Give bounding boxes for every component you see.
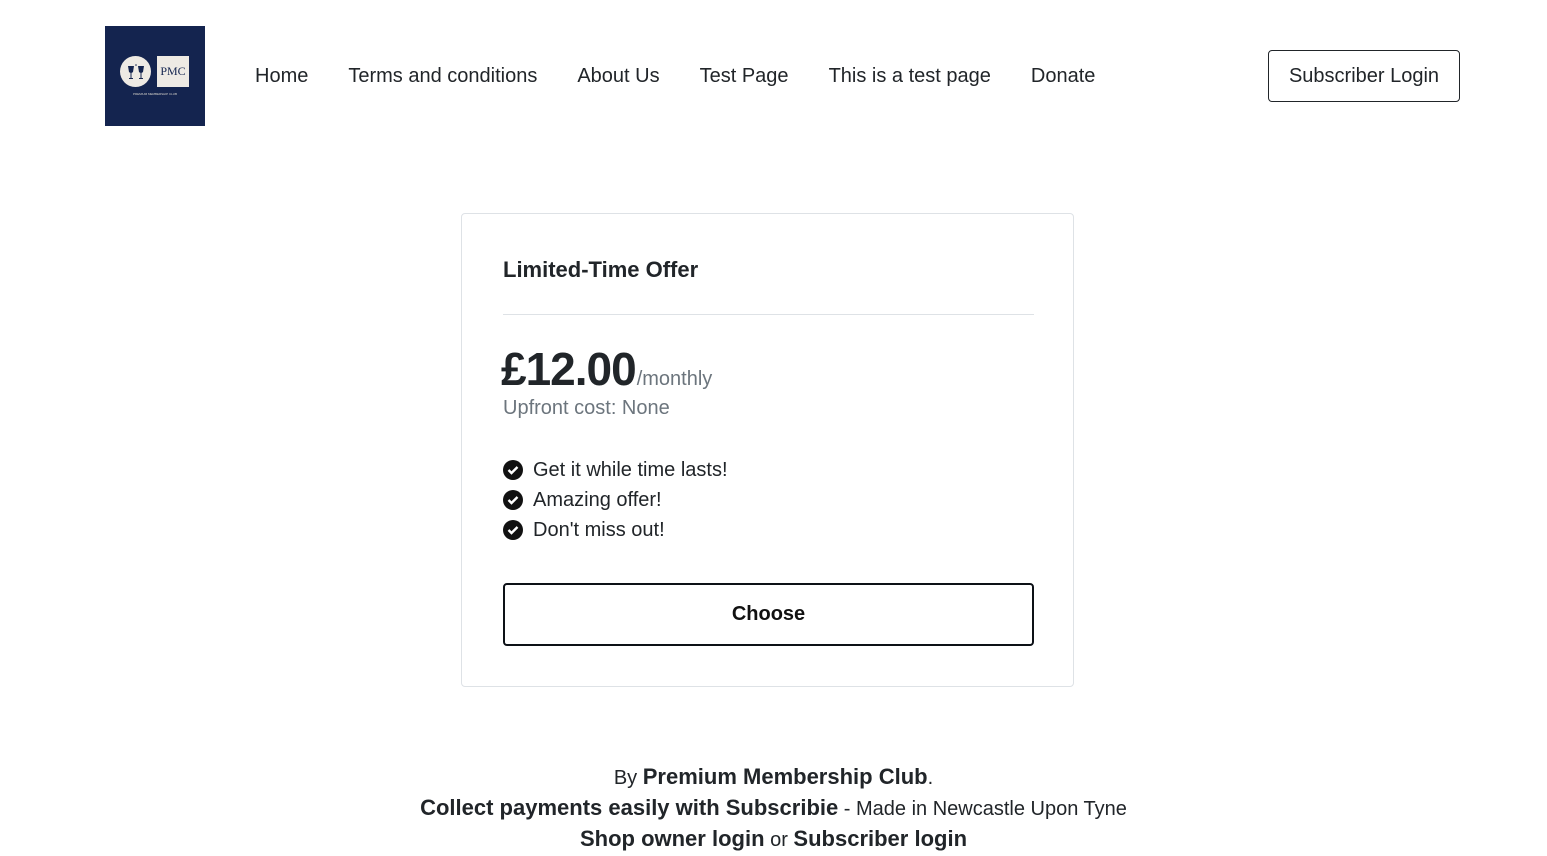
subscriber-login-button[interactable]: Subscriber Login: [1268, 50, 1460, 102]
logo-text: PMC: [157, 56, 189, 87]
shop-owner-login-link[interactable]: Shop owner login: [580, 826, 765, 851]
nav-about[interactable]: About Us: [577, 64, 659, 88]
feature-item: Don't miss out!: [503, 515, 728, 545]
plan-card: Limited-Time Offer £12.00 /monthly Upfro…: [461, 213, 1074, 687]
subscribie-link[interactable]: Collect payments easily with Subscribie: [420, 795, 838, 820]
shop-name-link[interactable]: Premium Membership Club: [643, 764, 928, 789]
footer-subscribie-line: Collect payments easily with Subscribie …: [0, 793, 1547, 824]
feature-text: Amazing offer!: [533, 488, 662, 511]
footer-login-line: Shop owner login or Subscriber login: [0, 824, 1547, 855]
footer-subscriber-login-link[interactable]: Subscriber login: [793, 826, 967, 851]
main-nav: Home Terms and conditions About Us Test …: [255, 64, 1135, 88]
plan-title: Limited-Time Offer: [503, 257, 699, 282]
feature-item: Amazing offer!: [503, 485, 728, 515]
nav-test-page[interactable]: Test Page: [700, 64, 789, 88]
nav-terms[interactable]: Terms and conditions: [348, 64, 537, 88]
footer-by-line: By Premium Membership Club.: [0, 762, 1547, 793]
logo[interactable]: PMC PREMIUM MEMBERSHIP CLUB: [105, 26, 205, 126]
feature-list: Get it while time lasts! Amazing offer! …: [503, 455, 728, 545]
feature-item: Get it while time lasts!: [503, 455, 728, 485]
footer-by-prefix: By: [613, 767, 638, 789]
plan-price: £12.00: [501, 343, 637, 395]
nav-this-is-a-test-page[interactable]: This is a test page: [829, 64, 991, 88]
site-footer: By Premium Membership Club. Collect paym…: [0, 762, 1547, 855]
check-circle-icon: [503, 520, 523, 540]
footer-by-suffix: .: [927, 767, 934, 789]
feature-text: Don't miss out!: [533, 518, 665, 541]
feature-text: Get it while time lasts!: [533, 458, 728, 481]
nav-home[interactable]: Home: [255, 64, 308, 88]
upfront-cost: Upfront cost: None: [503, 397, 670, 419]
made-in-text: - Made in Newcastle Upon Tyne: [838, 798, 1127, 820]
nav-donate[interactable]: Donate: [1031, 64, 1096, 88]
divider: [503, 314, 1034, 315]
logo-tagline: PREMIUM MEMBERSHIP CLUB: [133, 92, 177, 96]
price-row: £12.00 /monthly: [501, 342, 712, 396]
check-circle-icon: [503, 460, 523, 480]
or-text: or: [764, 829, 794, 851]
plan-period: /monthly: [636, 368, 713, 390]
toasting-glasses-icon: [120, 56, 151, 87]
site-header: PMC PREMIUM MEMBERSHIP CLUB Home Terms a…: [0, 0, 1547, 140]
choose-button[interactable]: Choose: [503, 583, 1034, 646]
check-circle-icon: [503, 490, 523, 510]
